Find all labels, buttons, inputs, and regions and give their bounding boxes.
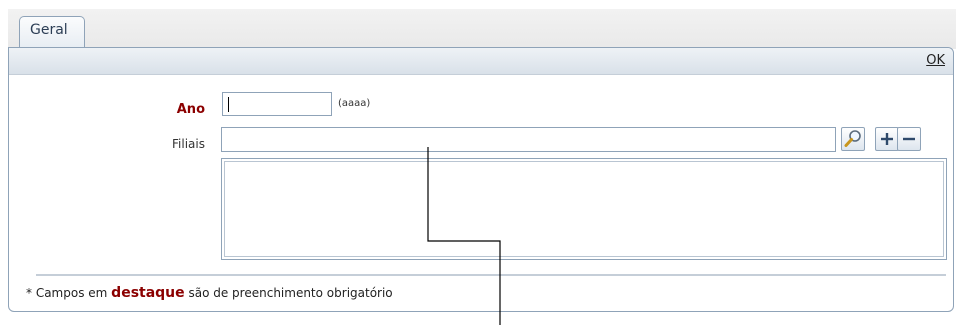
- tab-label: Geral: [30, 22, 68, 38]
- form-panel: OK Ano (aaaa) Filiais * Campos em destaq…: [8, 47, 954, 312]
- minus-icon: [903, 137, 915, 141]
- magnifier-icon: [844, 130, 861, 147]
- search-button[interactable]: [841, 127, 865, 151]
- panel-toolbar: OK: [9, 48, 953, 75]
- ano-format-hint: (aaaa): [338, 98, 371, 109]
- ano-input[interactable]: [222, 92, 332, 116]
- required-fields-note: * Campos em destaque são de preenchiment…: [26, 285, 393, 301]
- tab-geral[interactable]: Geral: [19, 16, 85, 48]
- ano-label: Ano: [176, 102, 205, 117]
- footnote-prefix: * Campos em: [26, 286, 108, 300]
- add-button[interactable]: [875, 127, 899, 151]
- text-caret: [228, 97, 229, 112]
- filiais-input[interactable]: [221, 127, 836, 152]
- remove-button[interactable]: [897, 127, 921, 151]
- footnote-highlight: destaque: [111, 285, 185, 301]
- filiais-list-inner: [224, 161, 944, 257]
- filiais-list[interactable]: [221, 158, 947, 260]
- footer-divider: [36, 274, 946, 276]
- plus-icon: [881, 133, 893, 145]
- filiais-label: Filiais: [172, 137, 205, 151]
- tab-strip: [8, 9, 956, 49]
- footnote-suffix: são de preenchimento obrigatório: [188, 286, 393, 300]
- ok-button[interactable]: OK: [926, 53, 945, 68]
